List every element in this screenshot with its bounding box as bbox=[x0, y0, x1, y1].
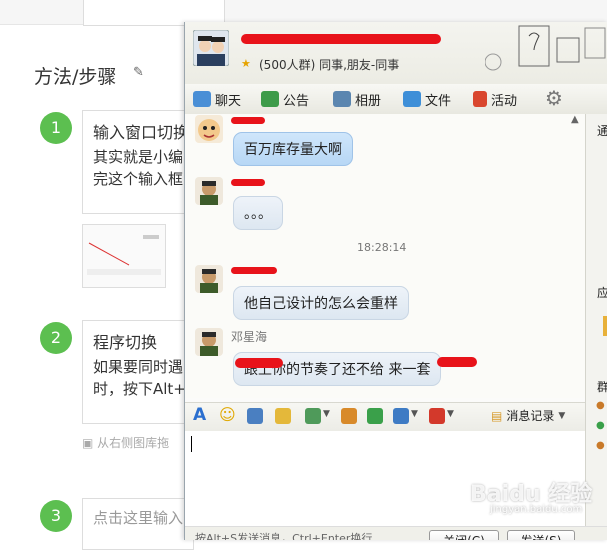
screenshot-icon[interactable] bbox=[393, 408, 409, 424]
member-icon-1[interactable]: ● bbox=[596, 400, 605, 411]
step-1-number: 1 bbox=[40, 112, 72, 144]
message-bubble-2[interactable]: 。。。 bbox=[233, 196, 283, 230]
tab-chat-label: 聊天 bbox=[215, 93, 242, 109]
redacted-sender-2 bbox=[231, 179, 265, 186]
message-record-button[interactable]: ▤ 消息记录 ▼ bbox=[491, 407, 565, 424]
tab-files-label: 文件 bbox=[425, 93, 452, 109]
edit-pencil-icon[interactable]: ✎ bbox=[133, 65, 144, 80]
album-icon bbox=[333, 91, 351, 107]
message-record-label: 消息记录 bbox=[506, 409, 555, 423]
more-dropdown-icon[interactable]: ▼ bbox=[447, 409, 454, 419]
image-dropdown-icon[interactable]: ▼ bbox=[323, 409, 330, 419]
bottom-hint: 按Alt+S发送消息，Ctrl+Enter换行 bbox=[195, 532, 373, 540]
flag-icon bbox=[473, 91, 487, 107]
step-2-box[interactable]: 程序切换 如果要同时遇 时，按下Alt+ bbox=[82, 320, 194, 424]
right-pane-tile[interactable] bbox=[603, 316, 607, 336]
drag-hint-text: 从右侧图库拖 bbox=[97, 436, 170, 450]
right-pane-label-2: 应 bbox=[597, 284, 607, 301]
tab-album-label: 相册 bbox=[355, 93, 382, 109]
header-decoration-icon bbox=[485, 25, 606, 71]
step-2-number: 2 bbox=[40, 322, 72, 354]
thumbnail-graphic-icon bbox=[83, 225, 165, 287]
step-1-line1: 其实就是小编 bbox=[93, 148, 184, 166]
close-button[interactable]: 关闭(C) bbox=[429, 530, 499, 540]
send-button[interactable]: 发送(S) bbox=[507, 530, 575, 540]
emoji-icon[interactable]: ☺ bbox=[219, 405, 236, 424]
step-2-line1: 如果要同时遇 bbox=[93, 358, 184, 376]
tab-activity-label: 活动 bbox=[491, 93, 518, 109]
group-avatar-icon[interactable] bbox=[193, 30, 229, 66]
drag-image-hint: ▣ 从右侧图库拖 bbox=[82, 434, 169, 451]
message-record-icon: ▤ bbox=[491, 408, 503, 423]
sender-avatar-1[interactable] bbox=[195, 115, 223, 143]
shake-icon[interactable] bbox=[247, 408, 263, 424]
message-bubble-1[interactable]: 百万库存量大啊 bbox=[233, 132, 353, 166]
message-bubble-3[interactable]: 他自己设计的怎么会重样 bbox=[233, 286, 409, 320]
watermark-url: jingyan.baidu.com bbox=[490, 504, 583, 515]
step-3-number: 3 bbox=[40, 500, 72, 532]
tab-announcement-label: 公告 bbox=[283, 93, 310, 109]
right-pane-label-1: 通 bbox=[597, 122, 607, 139]
text-caret bbox=[191, 436, 192, 452]
section-title: 方法/步骤 bbox=[34, 66, 117, 88]
redaction-mark-1 bbox=[235, 358, 283, 368]
member-icon-2[interactable]: ● bbox=[596, 420, 605, 431]
image-icon: ▣ bbox=[82, 436, 94, 450]
redacted-group-name bbox=[241, 34, 441, 44]
doodle-icon[interactable] bbox=[275, 408, 291, 424]
group-info: (500人群) 同事,朋友-同事 bbox=[259, 58, 400, 72]
step-2-title: 程序切换 bbox=[93, 333, 158, 352]
step-1-thumbnail[interactable] bbox=[82, 224, 166, 288]
star-icon: ★ bbox=[241, 57, 251, 70]
screenshot-dropdown-icon[interactable]: ▼ bbox=[411, 409, 418, 419]
step-1-box[interactable]: 输入窗口切换 其实就是小编 完这个输入框 bbox=[82, 110, 194, 214]
megaphone-icon bbox=[261, 91, 279, 107]
step-2-line2: 时，按下Alt+ bbox=[93, 380, 186, 398]
sender-avatar-2[interactable] bbox=[195, 177, 223, 205]
red-packet-icon[interactable] bbox=[429, 408, 445, 424]
member-icon-3[interactable]: ● bbox=[596, 440, 605, 451]
tab-chat[interactable]: 聊天 bbox=[193, 88, 241, 110]
font-icon[interactable]: A bbox=[193, 405, 206, 425]
folder-icon bbox=[403, 91, 421, 107]
redacted-sender-3 bbox=[231, 267, 277, 274]
settings-gear-icon[interactable]: ⚙ bbox=[545, 86, 563, 110]
note-icon[interactable] bbox=[341, 408, 357, 424]
step-1-line2: 完这个输入框 bbox=[93, 170, 184, 188]
message-record-dropdown-icon: ▼ bbox=[558, 410, 566, 421]
tab-activity[interactable]: 活动 bbox=[473, 88, 517, 110]
redacted-sender-1 bbox=[231, 117, 265, 124]
sender-avatar-4[interactable] bbox=[195, 328, 223, 356]
sender-avatar-3[interactable] bbox=[195, 265, 223, 293]
collapse-arrow-icon[interactable]: ▲ bbox=[571, 114, 579, 125]
tab-announcement[interactable]: 公告 bbox=[261, 88, 309, 110]
qq-chat-window: ★ (500人群) 同事,朋友-同事 聊天 公告 相册 文件 活动 ⚙ ▲ 百万… bbox=[184, 22, 607, 540]
sender-name-4: 邓星海 bbox=[231, 330, 268, 344]
right-pane-label-3: 群 bbox=[597, 378, 607, 395]
image-upload-icon[interactable] bbox=[305, 408, 321, 424]
message-timestamp: 18:28:14 bbox=[357, 241, 407, 254]
redaction-mark-2 bbox=[437, 357, 477, 367]
step-3-placeholder: 点击这里输入 bbox=[93, 509, 184, 527]
tab-album[interactable]: 相册 bbox=[333, 88, 381, 110]
chat-icon bbox=[193, 91, 211, 107]
step-1-title: 输入窗口切换 bbox=[93, 123, 190, 142]
step-3-input[interactable]: 点击这里输入 bbox=[82, 498, 194, 550]
tab-files[interactable]: 文件 bbox=[403, 88, 451, 110]
music-icon[interactable] bbox=[367, 408, 383, 424]
tab-bar bbox=[185, 84, 607, 115]
window-header: ★ (500人群) 同事,朋友-同事 bbox=[185, 22, 607, 84]
